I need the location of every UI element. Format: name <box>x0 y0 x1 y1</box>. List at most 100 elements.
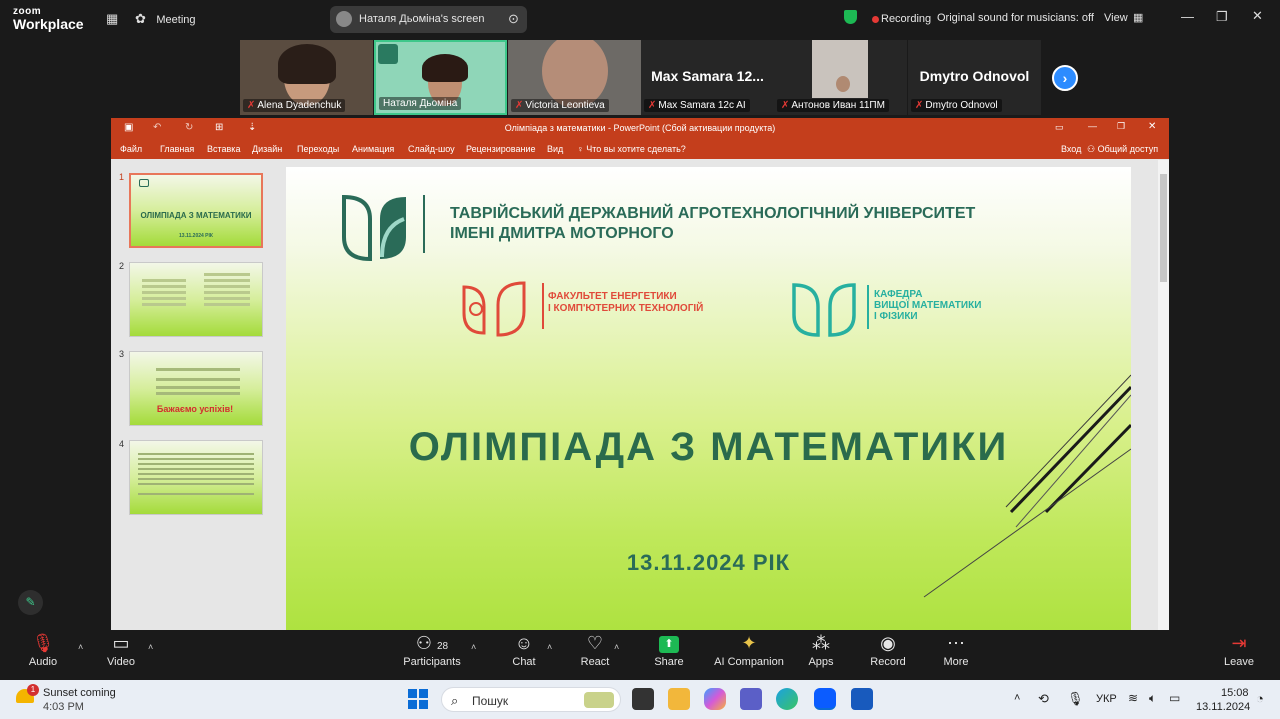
video-chevron-up-icon[interactable]: ˄ <box>148 642 153 652</box>
slide-logo-thumb <box>378 44 398 64</box>
tab-animations[interactable]: Анимация <box>352 144 394 154</box>
next-page-arrow-icon[interactable]: › <box>1052 65 1078 91</box>
windows-start-icon[interactable] <box>408 689 428 709</box>
vertical-scrollbar[interactable] <box>1158 160 1169 630</box>
teams-icon[interactable] <box>740 688 762 710</box>
tab-slideshow[interactable]: Слайд-шоу <box>408 144 455 154</box>
slide-canvas[interactable]: ТАВРІЙСЬКИЙ ДЕРЖАВНИЙ АГРОТЕХНОЛОГІЧНИЙ … <box>286 167 1131 630</box>
thumb-number: 2 <box>119 261 125 271</box>
faculty-line-2: І КОМП'ЮТЕРНИХ ТЕХНОЛОГІЙ <box>548 303 704 314</box>
volume-icon[interactable]: 🔈︎ <box>1149 691 1156 706</box>
university-name: ТАВРІЙСЬКИЙ ДЕРЖАВНИЙ АГРОТЕХНОЛОГІЧНИЙ … <box>450 204 975 244</box>
thumb-title: ОЛІМПІАДА З МАТЕМАТИКИ <box>140 211 252 220</box>
tell-me-box[interactable]: ♀ Что вы хотите сделать? <box>577 144 686 154</box>
file-explorer-icon[interactable] <box>668 688 690 710</box>
annotate-pen-icon[interactable]: ✎ <box>18 590 43 615</box>
restore-icon[interactable]: ❐ <box>1216 9 1228 25</box>
participant-tile[interactable]: ✗ Антонов Иван 11ПМ <box>774 40 907 115</box>
leave-label: Leave <box>1224 656 1254 668</box>
tab-file[interactable]: Файл <box>120 144 142 154</box>
participant-tile[interactable]: Dmytro Odnovol ✗ Dmytro Odnovol <box>908 40 1041 115</box>
weather-title[interactable]: Sunset coming <box>43 687 116 699</box>
grid-icon[interactable]: ▦ <box>106 11 118 27</box>
leave-button[interactable]: ⇥ Leave <box>1204 630 1274 668</box>
participant-tile-active-speaker[interactable]: Наталя Дьоміна <box>374 40 507 115</box>
close-icon[interactable]: ✕ <box>1252 8 1263 24</box>
meeting-menu[interactable]: ✿ Meeting <box>135 10 196 28</box>
language-indicator[interactable]: УКР <box>1096 693 1117 705</box>
signin-button[interactable]: Вход <box>1061 144 1081 154</box>
audio-chevron-up-icon[interactable]: ˄ <box>78 642 83 652</box>
video-button[interactable]: ▭ Video <box>86 630 156 668</box>
participant-tile[interactable]: ✗ Victoria Leontieva <box>508 40 641 115</box>
ribbon-display-icon[interactable]: ▭ <box>1055 122 1064 133</box>
tray-chevron-up-icon[interactable]: ˄ <box>1014 692 1020 704</box>
recording-label[interactable]: Recording <box>881 13 931 25</box>
participant-video <box>542 40 608 108</box>
notifications-icon[interactable]: ◔ <box>1256 691 1264 706</box>
zoom-app-icon[interactable] <box>814 688 836 710</box>
participant-name: ✗ Dmytro Odnovol <box>911 99 1002 112</box>
participant-tile[interactable]: ✗ Alena Dyadenchuk <box>240 40 373 115</box>
participant-display-name: Dmytro Odnovol <box>919 68 1030 84</box>
lightbulb-icon: ♀ <box>577 144 584 154</box>
word-icon[interactable] <box>851 688 873 710</box>
thumb-number: 4 <box>119 439 125 449</box>
tab-insert[interactable]: Вставка <box>207 144 240 154</box>
more-button[interactable]: ⋯ More <box>921 630 991 668</box>
slide-thumbnail-1[interactable]: ОЛІМПІАДА З МАТЕМАТИКИ 13.11.2024 РІК <box>129 173 263 248</box>
camera-icon: ▭ <box>112 633 130 653</box>
faculty-divider <box>542 283 544 329</box>
audio-button[interactable]: 🎙︎ Audio <box>8 630 78 668</box>
screen-share-pill[interactable]: Наталя Дьоміна's screen ⊙ <box>330 6 527 33</box>
react-chevron-up-icon[interactable]: ˄ <box>614 642 619 652</box>
copilot-icon[interactable] <box>704 688 726 710</box>
slide-thumbnail-2[interactable] <box>129 262 263 337</box>
tab-view[interactable]: Вид <box>547 144 563 154</box>
thumb-date: 13.11.2024 РІК <box>179 233 213 239</box>
clock-time[interactable]: 15:08 <box>1221 687 1249 699</box>
task-view-icon[interactable] <box>632 688 654 710</box>
tell-me-text: Что вы хотите сделать? <box>586 144 686 154</box>
microphone-icon[interactable]: 🎙︎ <box>1067 691 1084 707</box>
ai-companion-button[interactable]: ✦ AI Companion <box>714 630 784 668</box>
participants-chevron-up-icon[interactable]: ˄ <box>471 642 476 652</box>
tab-home[interactable]: Главная <box>160 144 194 154</box>
record-button[interactable]: ◉ Record <box>853 630 923 668</box>
sync-icon[interactable]: ⟲ <box>1038 691 1049 707</box>
tab-review[interactable]: Рецензирование <box>466 144 536 154</box>
view-button[interactable]: View <box>1104 12 1128 24</box>
minimize-icon[interactable]: — <box>1181 9 1194 24</box>
tab-transitions[interactable]: Переходы <box>297 144 339 154</box>
participants-button[interactable]: ⚇ 28 Participants <box>397 630 467 668</box>
more-options-icon[interactable]: ⊙ <box>508 11 519 27</box>
mic-muted-icon: ✗ <box>247 100 256 111</box>
clock-date[interactable]: 13.11.2024 <box>1196 701 1250 713</box>
screen-share-label: Наталя Дьоміна's screen <box>359 13 485 25</box>
share-screen-button[interactable]: ⬆ Share <box>634 630 704 668</box>
original-sound-label[interactable]: Original sound for musicians: off <box>937 12 1094 24</box>
department-name: КАФЕДРА ВИЩОЇ МАТЕМАТИКИ І ФІЗИКИ <box>874 289 981 322</box>
taskbar-search-box[interactable]: ⌕ Пошук <box>441 687 621 712</box>
shield-icon[interactable] <box>844 10 857 24</box>
slide-thumbnail-4[interactable] <box>129 440 263 515</box>
tab-design[interactable]: Дизайн <box>252 144 282 154</box>
ppt-close-icon[interactable]: ✕ <box>1148 121 1156 132</box>
share-button[interactable]: ⚇ Общий доступ <box>1087 144 1158 155</box>
chat-chevron-up-icon[interactable]: ˄ <box>547 642 552 652</box>
apps-button[interactable]: ⁂ Apps <box>786 630 856 668</box>
wifi-icon[interactable]: ≋ <box>1128 691 1138 705</box>
faculty-line-1: ФАКУЛЬТЕТ ЕНЕРГЕТИКИ <box>548 291 677 302</box>
ppt-restore-icon[interactable]: ❐ <box>1117 121 1125 132</box>
react-button[interactable]: ♡ React <box>560 630 630 668</box>
text-lines <box>138 453 254 455</box>
faculty-name: ФАКУЛЬТЕТ ЕНЕРГЕТИКИ І КОМП'ЮТЕРНИХ ТЕХН… <box>548 291 703 315</box>
ppt-minimize-icon[interactable]: — <box>1088 121 1097 131</box>
battery-icon[interactable]: ▭ <box>1169 691 1180 705</box>
slide-thumbnail-3[interactable]: Бажаємо успіхів! <box>129 351 263 426</box>
grid-view-icon[interactable]: ▦ <box>1133 11 1143 24</box>
mic-muted-icon: 🎙︎ <box>31 633 55 653</box>
scrollbar-thumb[interactable] <box>1160 174 1167 282</box>
edge-icon[interactable] <box>776 688 798 710</box>
participant-tile[interactable]: Max Samara 12... ✗ Max Samara 12c AI <box>641 40 774 115</box>
